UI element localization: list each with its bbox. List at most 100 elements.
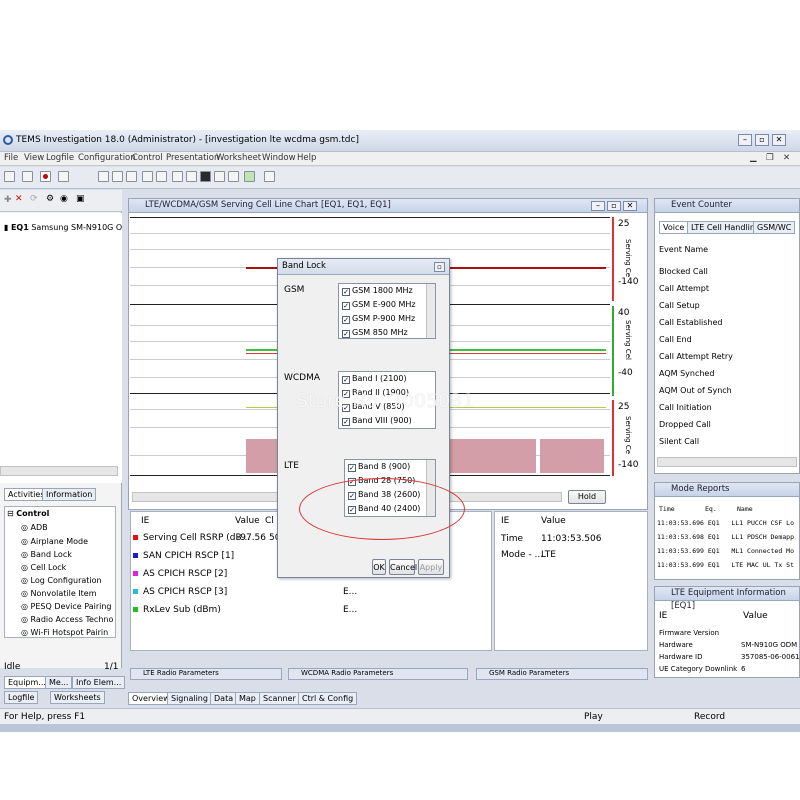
gsm-band-option[interactable]: ✓ GSM 1800 MHz — [339, 284, 435, 298]
list-item[interactable]: Call Established — [659, 314, 795, 331]
save-icon[interactable] — [126, 171, 137, 182]
control-item[interactable]: ◎ Nonvolatile Item — [5, 587, 115, 600]
list-item[interactable]: Call Setup — [659, 297, 795, 314]
table-row[interactable]: AS CPICH RSCP [3] E... — [133, 586, 483, 604]
chart-close-button[interactable]: ✕ — [623, 201, 637, 211]
tab-worksheets[interactable]: Worksheets — [50, 691, 105, 704]
control-header[interactable]: ⊟ Control — [5, 507, 115, 521]
tool-icon[interactable] — [264, 171, 275, 182]
menu-file[interactable]: File — [4, 153, 18, 163]
list-item[interactable]: Call Initiation — [659, 399, 795, 416]
tab-information[interactable]: Information — [42, 488, 97, 501]
table-row[interactable]: 11:03:53.698 EQ1 LL1 PDSCH Demapp — [657, 533, 794, 541]
menu-presentation[interactable]: Presentation — [166, 153, 219, 163]
lte-band-option[interactable]: ✓ Band 8 (900) — [345, 460, 435, 474]
record-icon[interactable] — [40, 171, 51, 182]
export-icon[interactable] — [244, 171, 255, 182]
ok-button[interactable]: OK — [372, 559, 386, 575]
list-item[interactable]: Dropped Call — [659, 416, 795, 433]
gsm-band-option[interactable]: ✓ GSM 850 MHz — [339, 326, 435, 340]
mdi-minimize-icon[interactable]: ▁ — [750, 153, 757, 163]
print-icon[interactable] — [142, 171, 153, 182]
table-row[interactable]: 11:03:53.699 EQ1 ML1 Connected Mo — [657, 547, 794, 555]
menu-logfile[interactable]: Logfile — [46, 153, 74, 163]
apply-button[interactable]: Apply — [418, 559, 444, 575]
grid-icon[interactable] — [172, 171, 183, 182]
tab-data[interactable]: Data — [210, 692, 238, 705]
event-hscroll[interactable] — [657, 457, 797, 467]
tab-logfile[interactable]: Logfile — [4, 691, 39, 704]
connect-icon[interactable] — [4, 171, 15, 182]
cancel-button[interactable]: Cancel — [389, 559, 417, 575]
list-item[interactable]: Call Attempt Retry — [659, 348, 795, 365]
control-item[interactable]: ◎ ADB — [5, 521, 115, 535]
equipment-item[interactable]: ▮ EQ1 Samsung SM-N910G O — [4, 223, 122, 232]
control-item[interactable]: ◎ Wi-Fi Hotspot Pairin — [5, 626, 115, 639]
stop-icon[interactable] — [58, 171, 69, 182]
control-item[interactable]: ◎ Airplane Mode — [5, 535, 115, 548]
tab-equipment[interactable]: Equipm... — [4, 676, 50, 689]
close-button[interactable]: ✕ — [772, 134, 786, 146]
list-item[interactable]: Blocked Call — [659, 263, 795, 280]
refresh-icon[interactable] — [186, 171, 197, 182]
list-item[interactable]: Call End — [659, 331, 795, 348]
control-item[interactable]: ◎ Band Lock — [5, 548, 115, 561]
table-row[interactable]: 11:03:53.699 EQ1 LTE MAC UL Tx St — [657, 561, 794, 569]
menu-view[interactable]: View — [24, 153, 44, 163]
minimize-button[interactable]: – — [738, 134, 752, 146]
device-icon[interactable]: ▣ — [76, 194, 85, 204]
list-item[interactable]: Silent Call — [659, 433, 795, 450]
menu-worksheet[interactable]: Worksheet — [216, 153, 261, 163]
wcdma-band-option[interactable]: ✓ Band VIII (900) — [339, 414, 435, 428]
control-item[interactable]: ◎ Log Configuration — [5, 574, 115, 587]
add-icon[interactable]: ✚ — [4, 195, 12, 205]
minimized-window-lte[interactable]: LTE Radio Parameters — [130, 668, 282, 680]
play-icon[interactable] — [22, 171, 33, 182]
menu-control[interactable]: Control — [132, 153, 163, 163]
minimized-window-gsm[interactable]: GSM Radio Parameters — [476, 668, 648, 680]
tab-scanner[interactable]: Scanner — [259, 692, 300, 705]
hold-button[interactable]: Hold — [568, 490, 606, 504]
menu-window[interactable]: Window — [262, 153, 296, 163]
control-item[interactable]: ◎ Radio Access Techno — [5, 613, 115, 626]
remove-icon[interactable]: ✕ — [15, 194, 23, 204]
refresh-icon[interactable]: ⟳ — [30, 194, 38, 204]
list-item[interactable]: AQM Out of Synch — [659, 382, 795, 399]
menu-help[interactable]: Help — [297, 153, 316, 163]
lte-equipment-title: LTE Equipment Information [EQ1] — [655, 587, 799, 611]
chart-restore-button[interactable]: ▫ — [607, 201, 621, 211]
tab-voice[interactable]: Voice — [659, 221, 689, 234]
wcdma-band-option[interactable]: ✓ Band I (2100) — [339, 372, 435, 386]
table-row[interactable]: RxLev Sub (dBm) E... — [133, 604, 483, 622]
open-icon[interactable] — [112, 171, 123, 182]
gear-icon[interactable]: ⚙ — [46, 194, 54, 204]
phone-icon[interactable] — [200, 171, 211, 182]
preview-icon[interactable] — [156, 171, 167, 182]
gsm-band-option[interactable]: ✓ GSM P-900 MHz — [339, 312, 435, 326]
control-item[interactable]: ◎ PESQ Device Pairing — [5, 600, 115, 613]
window-icon[interactable] — [228, 171, 239, 182]
control-item[interactable]: ◎ Cell Lock — [5, 561, 115, 574]
table-row[interactable]: 11:03:53.696 EQ1 LL1 PUCCH CSF Lo — [657, 519, 794, 527]
tab-ctrl-config[interactable]: Ctrl & Config — [298, 692, 358, 705]
mdi-restore-icon[interactable]: ❐ — [766, 153, 774, 163]
menu-configuration[interactable]: Configuration — [78, 153, 136, 163]
list-item[interactable]: Call Attempt — [659, 280, 795, 297]
tab-map[interactable]: Map — [235, 692, 260, 705]
tab-menu[interactable]: Me... — [45, 676, 73, 689]
new-icon[interactable] — [98, 171, 109, 182]
list-item[interactable]: AQM Synched — [659, 365, 795, 382]
gsm-scrollbar[interactable] — [426, 284, 435, 338]
left-hscroll[interactable] — [0, 466, 118, 476]
tab-info-elements[interactable]: Info Elem... — [72, 676, 126, 689]
minimized-window-wcdma[interactable]: WCDMA Radio Parameters — [288, 668, 468, 680]
restore-button[interactable]: ▫ — [755, 134, 769, 146]
chart-minimize-button[interactable]: – — [591, 201, 605, 211]
dialog-close-button[interactable]: ▫ — [434, 262, 445, 272]
mdi-close-icon[interactable]: ✕ — [783, 153, 790, 163]
tab-signaling[interactable]: Signaling — [167, 692, 212, 705]
settings-icon[interactable] — [214, 171, 225, 182]
target-icon[interactable]: ◉ — [60, 194, 68, 204]
tab-gsm-wcdma[interactable]: GSM/WC — [753, 221, 796, 234]
gsm-band-option[interactable]: ✓ GSM E-900 MHz — [339, 298, 435, 312]
